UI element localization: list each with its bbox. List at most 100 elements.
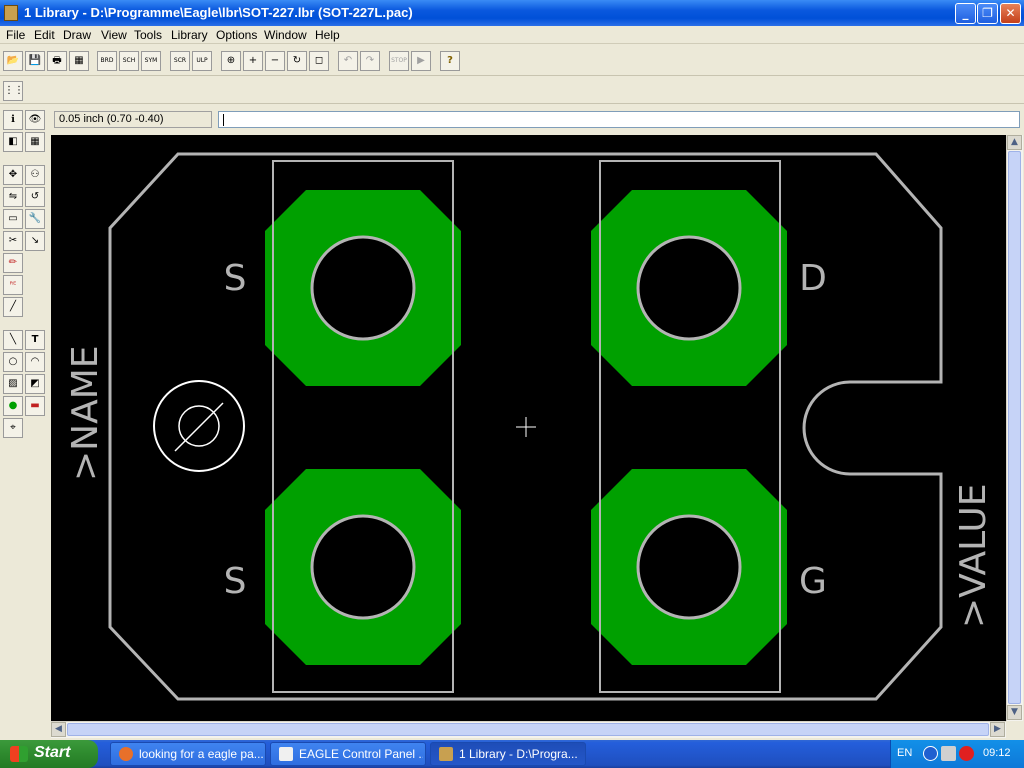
smd-icon[interactable]: ▬ (25, 396, 45, 416)
undo-icon[interactable]: ↶ (338, 51, 358, 71)
taskbar: Start looking for a eagle pa... EAGLE Co… (0, 740, 1024, 768)
language-indicator[interactable]: EN (897, 747, 912, 759)
info-icon[interactable]: ℹ (3, 110, 23, 130)
mirror-icon[interactable]: ⇋ (3, 187, 23, 207)
rect-icon[interactable]: ▨ (3, 374, 23, 394)
text-caret (223, 114, 224, 126)
library-icon (439, 747, 453, 761)
horizontal-scroll-thumb[interactable] (67, 723, 989, 736)
command-line-input[interactable] (218, 111, 1020, 128)
minimize-button[interactable]: _ (955, 3, 976, 24)
zoom-fit-icon[interactable]: ⊕ (221, 51, 241, 71)
coordinate-display: 0.05 inch (0.70 -0.40) (54, 111, 212, 128)
package-drawing: S D S G >NAME >VALUE (65, 152, 994, 701)
show-icon[interactable]: 👁 (25, 110, 45, 130)
arc-icon[interactable]: ◠ (25, 352, 45, 372)
task-label: EAGLE Control Panel ... (299, 747, 423, 761)
cut-icon[interactable]: ✂ (3, 231, 23, 251)
delete-icon[interactable]: ✏ (3, 253, 23, 273)
text-icon[interactable]: T (25, 330, 45, 350)
open-icon[interactable]: 📂 (3, 51, 23, 71)
grid-icon[interactable]: ⋮⋮ (3, 81, 24, 101)
zoom-in-icon[interactable]: + (243, 51, 263, 71)
pad-label-g: G (799, 561, 827, 602)
maximize-button[interactable]: ❐ (977, 3, 998, 24)
schematic-icon[interactable]: SCH (119, 51, 139, 71)
zoom-area-icon[interactable]: ◻ (309, 51, 329, 71)
mark-icon[interactable]: ▦ (25, 132, 45, 152)
pad-top-right[interactable] (589, 188, 789, 388)
main-toolbar: 📂 💾 🖶 ▦ BRD SCH SYM SCR ULP ⊕ + − ↻ ◻ ↶ … (0, 46, 1024, 76)
tray-network-icon[interactable] (941, 746, 956, 761)
vertical-scrollbar[interactable]: ▲ ▼ (1006, 135, 1023, 721)
tray-arrow-icon[interactable] (923, 746, 938, 761)
menu-window[interactable]: Window (264, 28, 307, 42)
menu-view[interactable]: View (101, 28, 127, 42)
menu-edit[interactable]: Edit (34, 28, 55, 42)
pad-bottom-right[interactable] (589, 467, 789, 667)
split-icon[interactable]: ╱ (3, 297, 23, 317)
name-placeholder: >NAME (65, 345, 106, 481)
layout-canvas[interactable]: S D S G >NAME >VALUE (51, 135, 1006, 721)
pad-bottom-left[interactable] (263, 467, 463, 667)
zoom-out-icon[interactable]: − (265, 51, 285, 71)
change-icon[interactable]: 🔧 (25, 209, 45, 229)
circle-icon[interactable]: ○ (3, 352, 23, 372)
display-icon[interactable]: ◧ (3, 132, 23, 152)
symbol-icon[interactable]: SYM (141, 51, 161, 71)
window-title: 1 Library - D:\Programme\Eagle\lbr\SOT-2… (24, 5, 413, 20)
hole-icon[interactable]: ⌖ (3, 418, 23, 438)
start-button[interactable]: Start (0, 740, 98, 768)
help-icon[interactable]: ? (440, 51, 460, 71)
clock: 09:12 (983, 747, 1011, 759)
scroll-right-icon[interactable]: ▶ (990, 722, 1005, 737)
rotate-icon[interactable]: ↺ (25, 187, 45, 207)
horizontal-scrollbar[interactable]: ◀ ▶ (51, 721, 1006, 738)
pad-label-s1: S (224, 258, 247, 299)
pad-icon[interactable]: ● (3, 396, 23, 416)
name-icon[interactable]: ᴿᴱ (3, 275, 23, 295)
print-icon[interactable]: 🖶 (47, 51, 67, 71)
go-icon[interactable]: ▶ (411, 51, 431, 71)
eagle-icon (279, 747, 293, 761)
task-firefox[interactable]: looking for a eagle pa... (110, 742, 266, 766)
app-icon[interactable] (4, 5, 18, 21)
copy-icon[interactable]: ⚇ (25, 165, 45, 185)
redraw-icon[interactable]: ↻ (287, 51, 307, 71)
close-button[interactable]: ✕ (1000, 3, 1021, 24)
scroll-down-icon[interactable]: ▼ (1007, 705, 1022, 720)
paste-icon[interactable]: ↘ (25, 231, 45, 251)
save-icon[interactable]: 💾 (25, 51, 45, 71)
system-tray: EN 09:12 (890, 740, 1024, 768)
board-icon[interactable]: BRD (97, 51, 117, 71)
task-eagle-control-panel[interactable]: EAGLE Control Panel ... (270, 742, 426, 766)
cam-icon[interactable]: ▦ (69, 51, 89, 71)
mounting-hole-cross (174, 402, 224, 452)
vertical-scroll-thumb[interactable] (1008, 151, 1021, 704)
group-icon[interactable]: ▭ (3, 209, 23, 229)
polygon-icon[interactable]: ◩ (25, 374, 45, 394)
firefox-icon (119, 747, 133, 761)
menu-draw[interactable]: Draw (63, 28, 91, 42)
scroll-up-icon[interactable]: ▲ (1007, 135, 1022, 150)
stop-icon[interactable]: STOP (389, 51, 409, 71)
redo-icon[interactable]: ↷ (360, 51, 380, 71)
menu-file[interactable]: File (6, 28, 25, 42)
menu-library[interactable]: Library (171, 28, 208, 42)
task-label: looking for a eagle pa... (139, 747, 263, 761)
move-icon[interactable]: ✥ (3, 165, 23, 185)
title-bar[interactable]: 1 Library - D:\Programme\Eagle\lbr\SOT-2… (0, 0, 1024, 26)
menu-options[interactable]: Options (216, 28, 257, 42)
tray-antivirus-icon[interactable] (959, 746, 974, 761)
pad-label-d: D (799, 258, 827, 299)
value-placeholder: >VALUE (953, 484, 994, 628)
scroll-left-icon[interactable]: ◀ (51, 722, 66, 737)
ulp-icon[interactable]: ULP (192, 51, 212, 71)
script-icon[interactable]: SCR (170, 51, 190, 71)
wire-icon[interactable]: ╲ (3, 330, 23, 350)
pad-top-left[interactable] (263, 188, 463, 388)
menu-tools[interactable]: Tools (134, 28, 162, 42)
task-library[interactable]: 1 Library - D:\Progra... (430, 742, 586, 766)
parameter-toolbar: ⋮⋮ (0, 78, 1024, 104)
menu-help[interactable]: Help (315, 28, 340, 42)
